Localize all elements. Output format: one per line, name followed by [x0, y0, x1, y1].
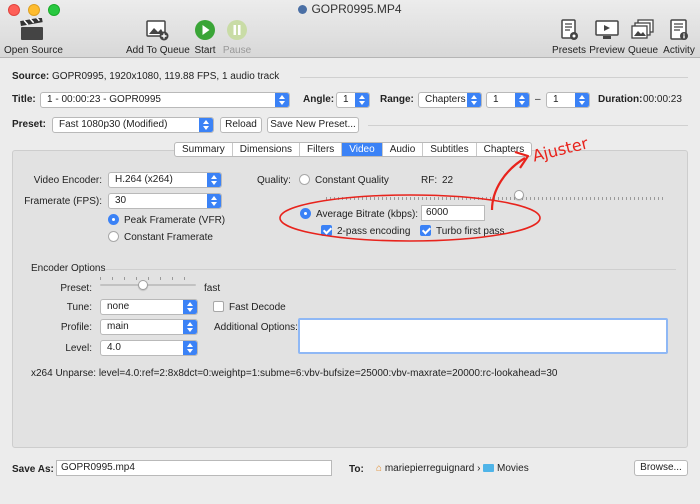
annotation-ellipse: [279, 194, 541, 242]
annotation-overlay: [279, 150, 541, 242]
